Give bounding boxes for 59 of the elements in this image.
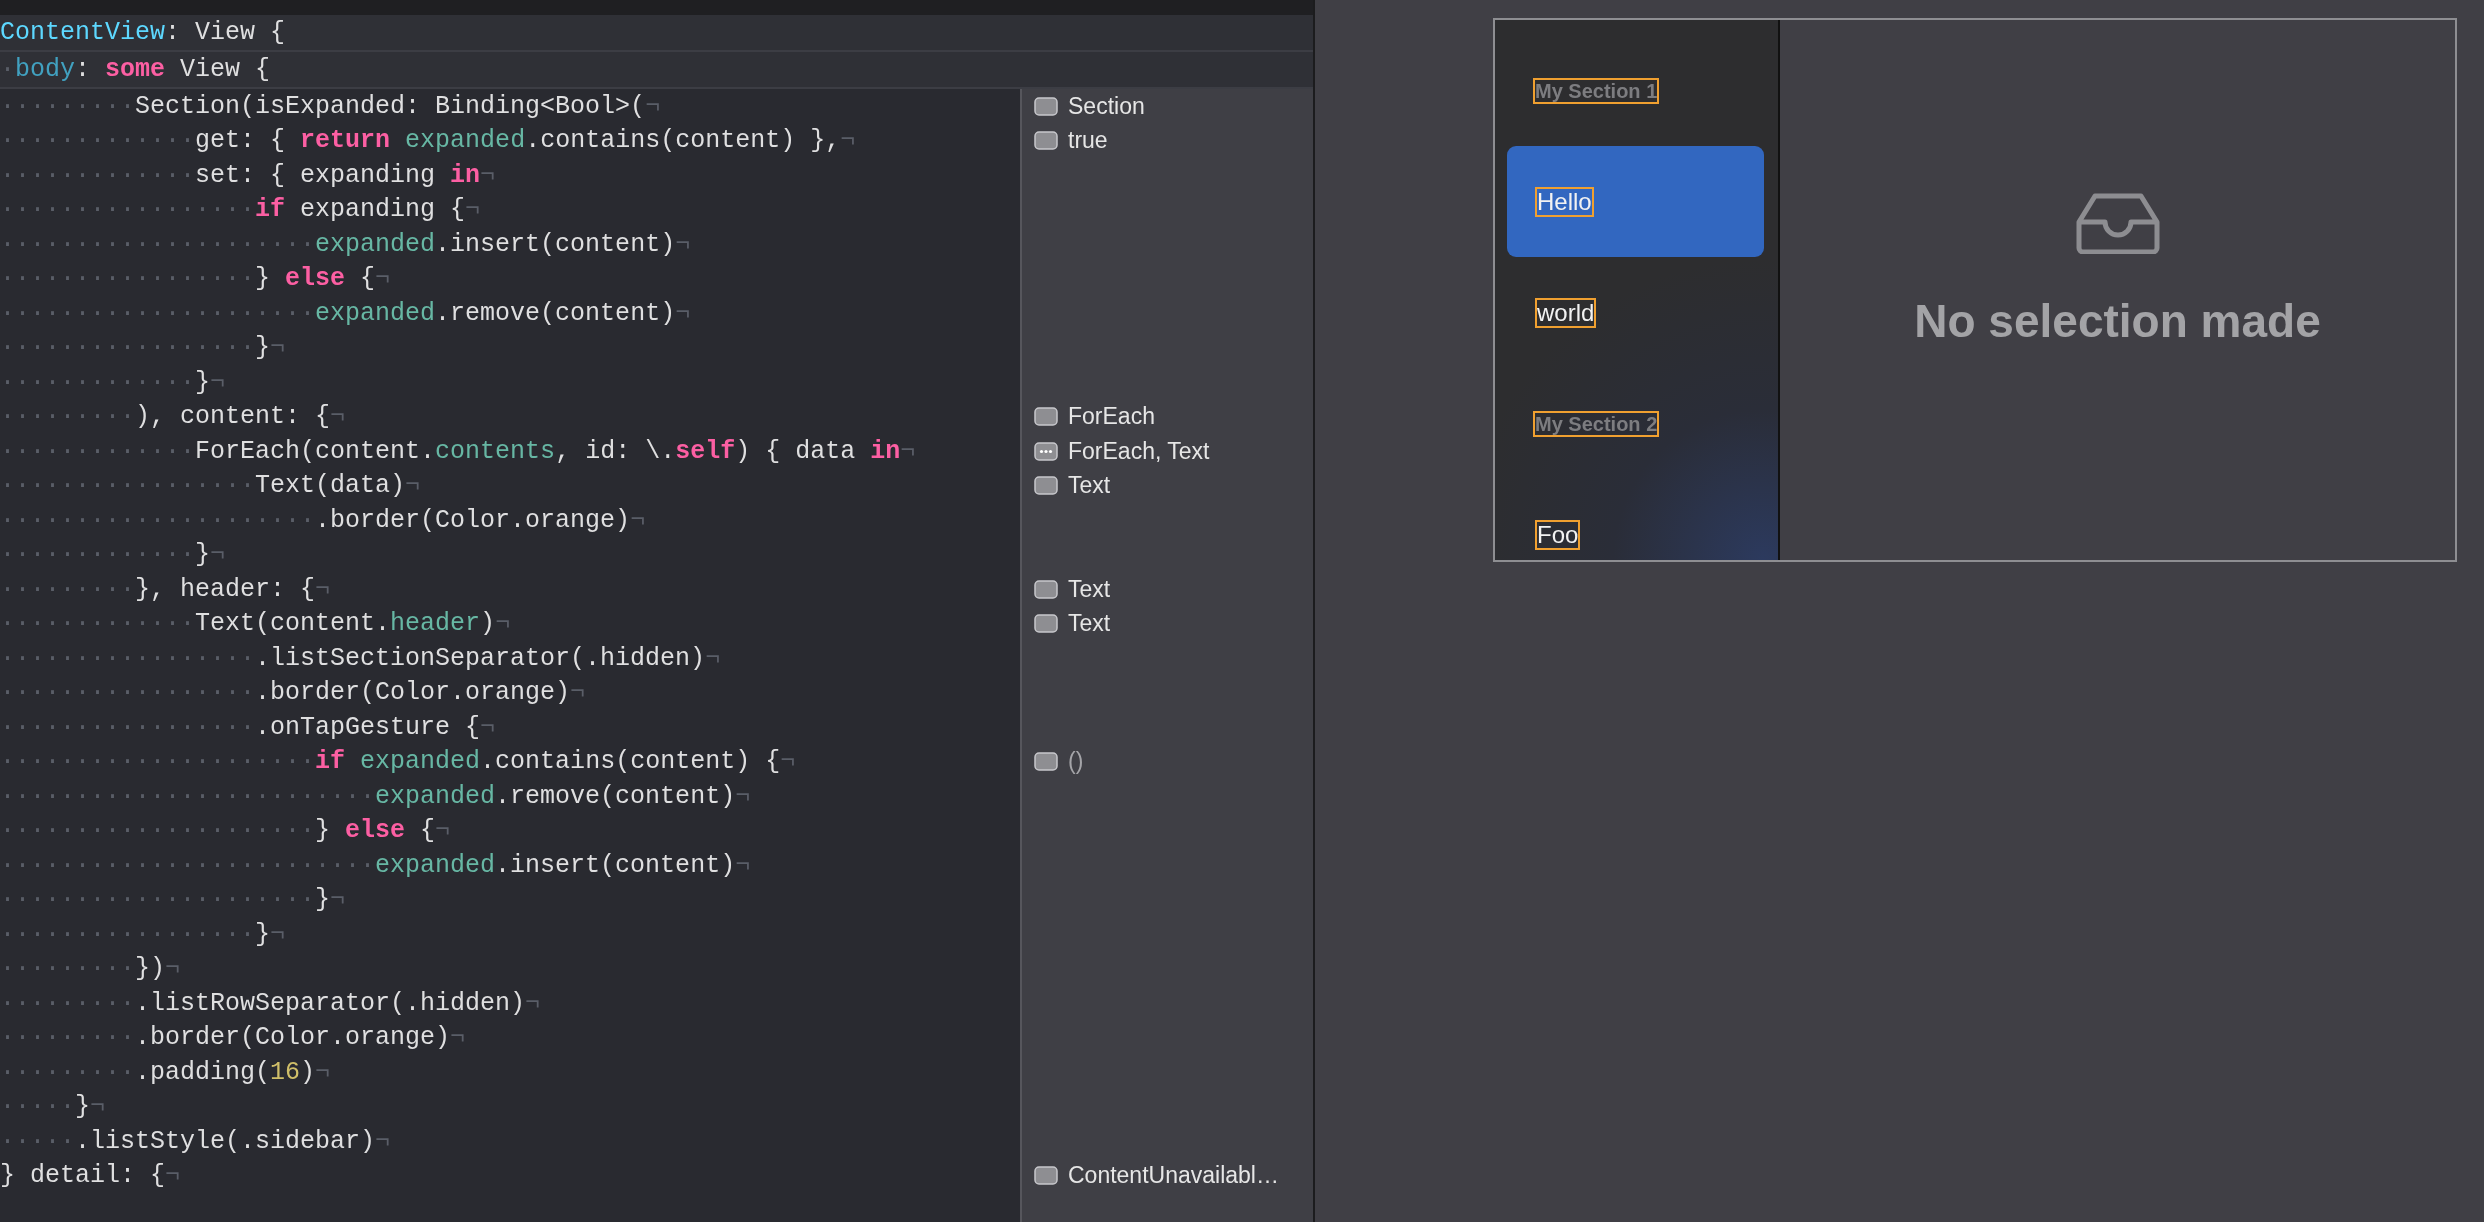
code-line: ·····················if expanded.contains(content) {¬ — [0, 747, 796, 777]
view-result-icon[interactable] — [1034, 579, 1058, 599]
code-line: ·················} else {¬ — [0, 264, 391, 294]
view-result-icon[interactable] — [1034, 476, 1058, 496]
code-line: ·········}, header: {¬ — [0, 574, 331, 604]
code-line: ·············ForEach(content.contents, id: \.self) { data in¬ — [0, 436, 916, 466]
code-line: ·················}¬ — [0, 919, 286, 949]
code-line: ·········.padding(16)¬ — [0, 1057, 331, 1087]
section-header[interactable]: My Section 2 — [1507, 368, 1764, 479]
code-line: ·························expanded.remove(content)¬ — [0, 781, 751, 811]
result-label: () — [1068, 748, 1084, 776]
result-label: Text — [1068, 610, 1111, 638]
result-label: ContentUnavailabl… — [1068, 1162, 1279, 1190]
code-line: ·····················.border(Color.orange)¬ — [0, 505, 646, 535]
sticky-header-line: ContentView: View { — [0, 18, 286, 47]
code-line: ·············get: { return expanded.contains(content) },¬ — [0, 126, 856, 156]
code-line: ·················.onTapGesture {¬ — [0, 712, 496, 742]
code-line: ·····.listStyle(.sidebar)¬ — [0, 1126, 391, 1156]
code-line: ·················Text(data)¬ — [0, 471, 421, 501]
code-line: ·············Text(content.header)¬ — [0, 609, 511, 639]
code-line: ·············set: { expanding in¬ — [0, 160, 496, 190]
code-line: ·····················}¬ — [0, 885, 346, 915]
sidebar-item[interactable]: world — [1507, 257, 1764, 368]
view-result-icon[interactable] — [1034, 1166, 1058, 1186]
result-label: Text — [1068, 472, 1111, 500]
view-list-icon[interactable] — [1034, 441, 1058, 461]
code-line: ·········.listRowSeparator(.hidden)¬ — [0, 988, 541, 1018]
inbox-icon — [2074, 192, 2161, 254]
code-line: } detail: {¬ — [0, 1161, 181, 1191]
view-result-icon[interactable] — [1034, 131, 1058, 151]
sidebar-item[interactable]: Foo — [1507, 479, 1764, 560]
code-line: ·················if expanding {¬ — [0, 195, 481, 225]
view-result-icon[interactable] — [1034, 752, 1058, 772]
section-header[interactable]: My Section 1 — [1507, 35, 1764, 146]
code-line: ·····················expanded.remove(content)¬ — [0, 298, 691, 328]
result-label: ForEach, Text — [1068, 437, 1210, 465]
view-result-icon[interactable] — [1034, 96, 1058, 116]
code-line: ·····················} else {¬ — [0, 816, 451, 846]
code-line: ·························expanded.insert(content)¬ — [0, 850, 751, 880]
code-line: ·················}¬ — [0, 333, 286, 363]
view-result-icon[interactable] — [1034, 407, 1058, 427]
code-line: ·····}¬ — [0, 1092, 106, 1122]
code-line: ·················.border(Color.orange)¬ — [0, 678, 586, 708]
code-line: ·················.listSectionSeparator(.hidden)¬ — [0, 643, 721, 673]
result-label: Text — [1068, 575, 1111, 603]
code-line: ·········Section(isExpanded: Binding<Bool>(¬ — [0, 91, 661, 121]
result-label: Section — [1068, 92, 1145, 120]
sticky-header-line: ·body: some View { — [0, 55, 271, 84]
sidebar-item[interactable]: Hello — [1507, 146, 1764, 257]
view-result-icon[interactable] — [1034, 614, 1058, 634]
code-line: ·········.border(Color.orange)¬ — [0, 1023, 466, 1053]
code-line: ·········})¬ — [0, 954, 181, 984]
code-line: ·············}¬ — [0, 540, 226, 570]
result-label: true — [1068, 127, 1108, 155]
code-line: ·············}¬ — [0, 367, 226, 397]
empty-state-message: No selection made — [1914, 294, 2321, 348]
result-label: ForEach — [1068, 403, 1155, 431]
code-line: ·····················expanded.insert(content)¬ — [0, 229, 691, 259]
code-line: ·········), content: {¬ — [0, 402, 346, 432]
